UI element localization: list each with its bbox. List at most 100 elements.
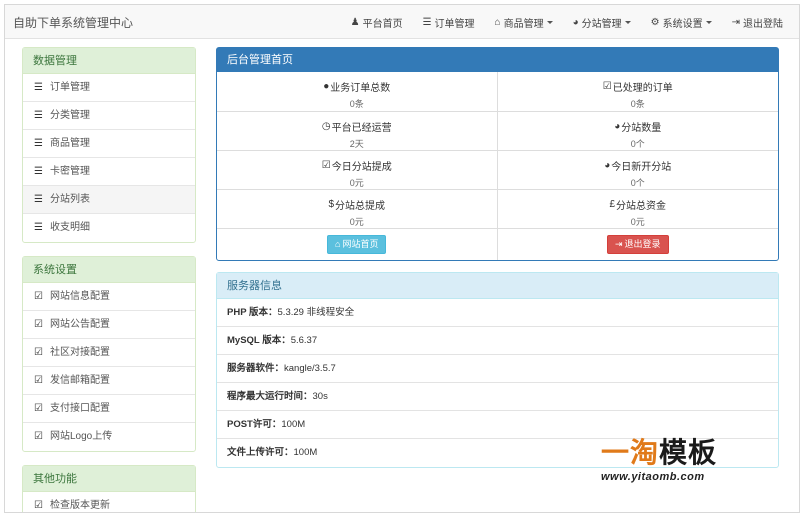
stat-value: 0个	[630, 178, 645, 188]
sidebar-item-mail[interactable]: ☑ 发信邮箱配置	[23, 367, 195, 395]
stat-label: 分站总提成	[335, 201, 386, 212]
stat-value: 0条	[630, 99, 645, 109]
checkbox-icon: ☑	[34, 500, 43, 511]
dashboard-panel: 后台管理首页 ● 业务订单总数 0条 ☑ 已处理的订单 0条 ◷ 平台已经运营 2天 …	[216, 47, 779, 261]
list-icon: ☰	[34, 165, 43, 177]
brand-title[interactable]: 自助下单系统管理中心	[13, 14, 133, 31]
info-label: PHP 版本：	[227, 307, 278, 318]
logout-button-cell: ⇥ 退出登录	[498, 229, 779, 260]
stat-value: 2天	[349, 139, 364, 149]
logout-button[interactable]: ⇥ 退出登录	[606, 235, 669, 254]
sidebar-item-products[interactable]: ☰ 商品管理	[23, 130, 195, 158]
sidebar-item-label: 发信邮箱配置	[50, 374, 110, 386]
info-label: 服务器软件：	[227, 363, 285, 374]
server-info-title: 服务器信息	[217, 273, 778, 299]
nav-products-label: 商品管理	[503, 18, 544, 30]
info-row-server-software: 服务器软件：kangle/3.5.7	[217, 355, 778, 383]
checkbox-icon: ☑	[602, 81, 612, 92]
nav-home[interactable]: ♟ 平台首页	[341, 5, 413, 39]
list-icon: ☰	[34, 109, 43, 121]
stat-running-days: ◷ 平台已经运营 2天	[217, 111, 498, 150]
sidebar-item-label: 商品管理	[50, 137, 90, 149]
list-icon: ☰	[34, 222, 43, 233]
sidebar-item-finance[interactable]: ☰ 收支明细	[23, 214, 195, 242]
sidebar-item-check-update[interactable]: ☑ 检查版本更新	[23, 492, 195, 512]
checkbox-icon: ☑	[34, 402, 43, 414]
cart-icon: ⌂	[494, 16, 501, 28]
sidebar-item-substation-list[interactable]: ☰ 分站列表	[23, 186, 195, 214]
sidebar-group-other: 其他功能 ☑ 检查版本更新	[22, 465, 196, 512]
browser-frame: 自助下单系统管理中心 ♟ 平台首页 ☰ 订单管理 ⌂ 商品管理 ◕ 分站管理 ⚙	[4, 4, 800, 513]
stat-label: 今日分站提成	[331, 162, 392, 173]
chevron-down-icon	[624, 20, 631, 24]
watermark-logo: 一淘模板 www.yitaomb.com	[601, 431, 761, 493]
info-row-mysql: MySQL 版本：5.6.37	[217, 327, 778, 355]
home-icon: ⌂	[335, 239, 341, 249]
sidebar-item-logo-upload[interactable]: ☑ 网站Logo上传	[23, 423, 195, 451]
info-label: 程序最大运行时间：	[227, 391, 313, 402]
nav-logout-label: 退出登陆	[743, 18, 783, 30]
globe-icon: ◕	[572, 16, 579, 28]
stats-grid: ● 业务订单总数 0条 ☑ 已处理的订单 0条 ◷ 平台已经运营 2天 ◕ 分站数量 0…	[217, 72, 778, 228]
stat-total-orders: ● 业务订单总数 0条	[217, 72, 498, 111]
sidebar-item-label: 支付接口配置	[50, 402, 110, 414]
sidebar-item-community[interactable]: ☑ 社区对接配置	[23, 339, 195, 367]
list-icon: ☰	[34, 81, 43, 93]
sidebar-item-payment[interactable]: ☑ 支付接口配置	[23, 395, 195, 423]
watermark-part1: 一淘	[601, 436, 660, 469]
top-navbar: 自助下单系统管理中心 ♟ 平台首页 ☰ 订单管理 ⌂ 商品管理 ◕ 分站管理 ⚙	[5, 5, 799, 39]
stat-value: 0个	[630, 139, 645, 149]
sidebar: 数据管理 ☰ 订单管理 ☰ 分类管理 ☰ 商品管理 ☰ 卡密管理 ☰ 分站列表 ☰ 收支明细…	[22, 47, 196, 512]
stat-label: 分站总资金	[616, 201, 667, 212]
sidebar-group-title: 系统设置	[23, 257, 195, 283]
main-content: 后台管理首页 ● 业务订单总数 0条 ☑ 已处理的订单 0条 ◷ 平台已经运营 2天 …	[216, 47, 779, 468]
nav-settings-label: 系统设置	[662, 18, 703, 30]
info-value: 5.6.37	[290, 335, 318, 346]
info-row-php: PHP 版本：5.3.29 非线程安全	[217, 299, 778, 327]
sidebar-item-label: 卡密管理	[50, 165, 90, 177]
nav-products[interactable]: ⌂ 商品管理	[485, 5, 563, 39]
checkbox-icon: ☑	[321, 160, 331, 171]
sidebar-item-cardkeys[interactable]: ☰ 卡密管理	[23, 158, 195, 186]
stat-value: 0元	[630, 217, 645, 227]
info-value: 5.3.29 非线程安全	[277, 307, 355, 318]
sidebar-item-label: 分站列表	[50, 193, 90, 205]
stat-total-commission: $ 分站总提成 0元	[217, 189, 498, 228]
sidebar-item-categories[interactable]: ☰ 分类管理	[23, 102, 195, 130]
sidebar-group-data: 数据管理 ☰ 订单管理 ☰ 分类管理 ☰ 商品管理 ☰ 卡密管理 ☰ 分站列表 ☰ 收支明细	[22, 47, 196, 243]
sidebar-item-site-info[interactable]: ☑ 网站信息配置	[23, 283, 195, 311]
sidebar-item-label: 网站Logo上传	[50, 431, 113, 442]
sidebar-item-label: 网站公告配置	[50, 318, 110, 330]
checkbox-icon: ☑	[34, 374, 43, 386]
nav-orders-label: 订单管理	[434, 18, 475, 30]
site-home-button-label: 网站首页	[342, 239, 379, 249]
stat-label: 分站数量	[621, 123, 662, 134]
nav-orders[interactable]: ☰ 订单管理	[413, 5, 485, 39]
nav-substations[interactable]: ◕ 分站管理	[563, 5, 641, 39]
stat-label: 业务订单总数	[330, 83, 391, 94]
stat-substation-count: ◕ 分站数量 0个	[497, 111, 778, 150]
sidebar-item-label: 分类管理	[50, 109, 90, 121]
sidebar-item-announcement[interactable]: ☑ 网站公告配置	[23, 311, 195, 339]
nav-settings[interactable]: ⚙ 系统设置	[641, 5, 722, 39]
stat-value: 0元	[349, 178, 364, 188]
sidebar-group-settings: 系统设置 ☑ 网站信息配置 ☑ 网站公告配置 ☑ 社区对接配置 ☑ 发信邮箱配置 ☑ 支付…	[22, 256, 196, 452]
checkbox-icon: ☑	[34, 431, 43, 442]
stat-total-funds: £ 分站总资金 0元	[497, 189, 778, 228]
nav-logout[interactable]: ⇥ 退出登陆	[722, 5, 793, 39]
sidebar-item-orders[interactable]: ☰ 订单管理	[23, 74, 195, 102]
stat-processed-orders: ☑ 已处理的订单 0条	[498, 72, 779, 111]
sidebar-item-label: 订单管理	[50, 81, 90, 93]
logout-icon: ⇥	[731, 16, 740, 28]
watermark-part2: 模板	[659, 436, 718, 469]
checkbox-icon: ☑	[34, 290, 43, 302]
chevron-down-icon	[705, 20, 712, 24]
list-icon: ☰	[34, 193, 43, 205]
site-home-button[interactable]: ⌂ 网站首页	[327, 235, 387, 254]
info-value: kangle/3.5.7	[284, 363, 336, 374]
user-icon: ♟	[350, 16, 360, 28]
sidebar-item-label: 检查版本更新	[50, 500, 110, 511]
info-value: 100M	[281, 419, 306, 430]
nav-substations-label: 分站管理	[581, 18, 622, 30]
stat-value: 0元	[349, 217, 364, 227]
